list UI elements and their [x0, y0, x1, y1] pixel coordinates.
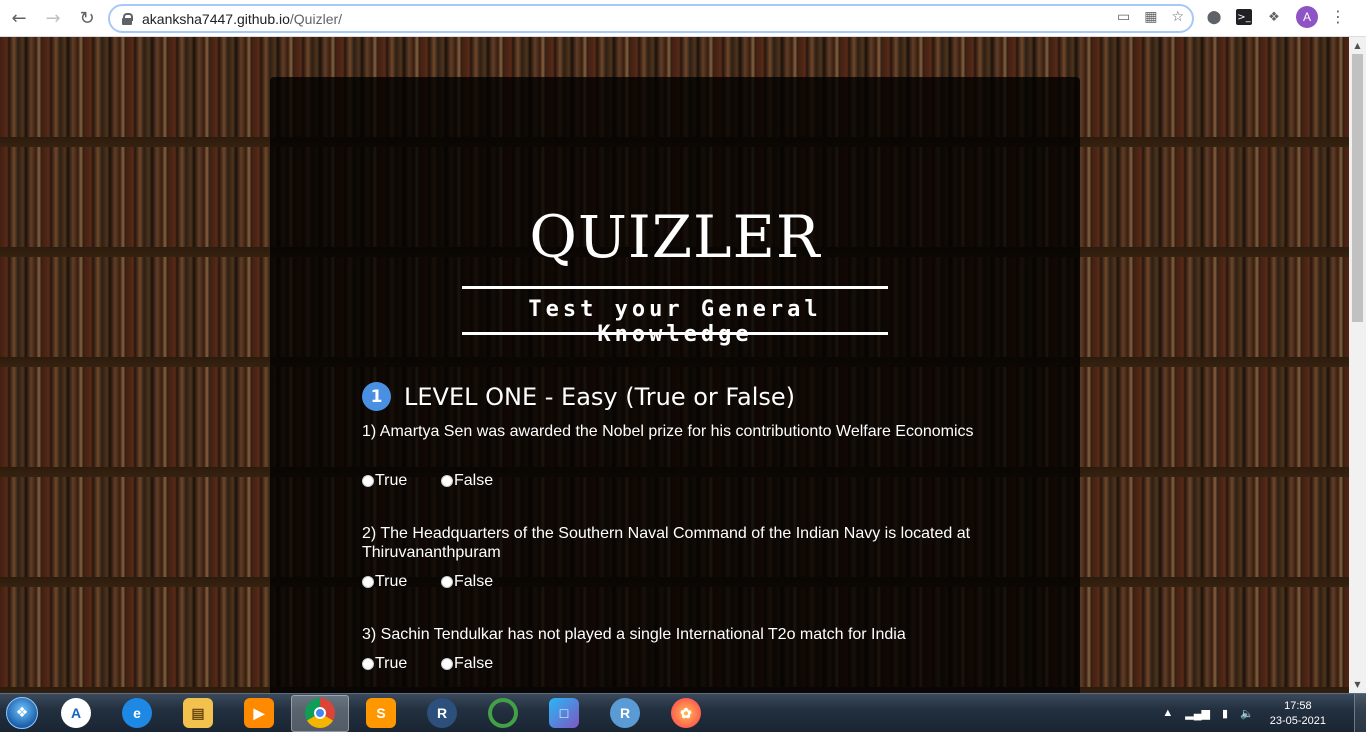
browser-toolbar: ← → ↻ akanksha7447.github.io/Quizler/ ▭ … — [0, 0, 1366, 37]
profile-avatar[interactable]: A — [1296, 6, 1318, 28]
cycle-app-icon — [488, 698, 518, 728]
firefox-icon: ✿ — [671, 698, 701, 728]
network-signal-icon[interactable]: ▂▄▆ — [1185, 707, 1210, 720]
taskbar-autodesk[interactable]: A — [47, 695, 105, 732]
volume-icon[interactable]: 🔈 — [1240, 707, 1254, 720]
q1-false-option[interactable]: False — [441, 472, 520, 490]
system-tray: ▲ ▂▄▆ ▮ 🔈 17:58 23-05-2021 — [1162, 694, 1366, 732]
start-button[interactable]: ❖ — [0, 694, 44, 732]
taskbar-rstudio[interactable]: R — [413, 695, 471, 732]
radio-icon[interactable] — [441, 658, 453, 670]
address-bar[interactable]: akanksha7447.github.io/Quizler/ ▭ ▦ ☆ — [108, 4, 1194, 33]
windows-taskbar: ❖ A e ▤ ▶ S R □ R ✿ ▲ ▂▄▆ ▮ 🔈 17:58 23-0… — [0, 693, 1366, 732]
url-text[interactable]: akanksha7447.github.io/Quizler/ — [142, 11, 342, 27]
puzzle-icon[interactable]: ❖ — [1264, 7, 1284, 27]
sublime-text-icon: S — [366, 698, 396, 728]
folder-icon: ▤ — [183, 698, 213, 728]
extension-circle-icon[interactable]: ⬤ — [1204, 7, 1224, 27]
taskbar-r[interactable]: R — [596, 695, 654, 732]
scroll-thumb[interactable] — [1352, 54, 1363, 322]
show-desktop-button[interactable] — [1354, 694, 1366, 732]
q1-true-option[interactable]: True — [362, 472, 441, 490]
page-viewport: QUIZLER Test your General Knowledge 1 LE… — [0, 37, 1349, 693]
chrome-center — [314, 707, 326, 719]
media-player-icon: ▶ — [244, 698, 274, 728]
qr-icon[interactable]: ▦ — [1144, 9, 1157, 25]
taskbar-chrome[interactable] — [291, 694, 349, 732]
virtualbox-icon: □ — [549, 698, 579, 728]
q2-false-option[interactable]: False — [441, 573, 520, 591]
forward-icon[interactable]: → — [38, 3, 68, 33]
taskbar-sublime[interactable]: S — [352, 695, 410, 732]
taskbar-firefox[interactable]: ✿ — [657, 695, 715, 732]
taskbar-clock[interactable]: 17:58 23-05-2021 — [1270, 699, 1326, 729]
r-app-icon: R — [610, 698, 640, 728]
question-2-options: True False — [362, 573, 520, 591]
autodesk-icon: A — [61, 698, 91, 728]
level-number-badge: 1 — [362, 382, 391, 411]
scroll-down-icon[interactable]: ▼ — [1349, 676, 1366, 693]
question-3-options: True False — [362, 655, 520, 673]
terminal-icon[interactable]: >_ — [1236, 9, 1252, 25]
page-scrollbar[interactable]: ▲ ▼ — [1349, 37, 1366, 693]
clock-time: 17:58 — [1284, 699, 1312, 712]
windows-logo-icon: ❖ — [6, 697, 38, 729]
radio-icon[interactable] — [441, 576, 453, 588]
star-icon[interactable]: ☆ — [1171, 9, 1184, 25]
tagline-bottom-rule — [462, 332, 888, 335]
tray-overflow-icon[interactable]: ▲ — [1162, 707, 1173, 720]
scroll-up-icon[interactable]: ▲ — [1349, 37, 1366, 54]
r-studio-icon: R — [427, 698, 457, 728]
lock-icon[interactable] — [122, 12, 133, 25]
back-icon[interactable]: ← — [4, 3, 34, 33]
question-3: 3) Sachin Tendulkar has not played a sin… — [362, 626, 906, 643]
radio-icon[interactable] — [362, 658, 374, 670]
level-heading: 1 LEVEL ONE - Easy (True or False) — [362, 382, 795, 411]
taskbar-ie[interactable]: e — [108, 695, 166, 732]
radio-icon[interactable] — [362, 475, 374, 487]
reload-icon[interactable]: ↻ — [72, 3, 102, 33]
quiz-panel: QUIZLER Test your General Knowledge 1 LE… — [270, 77, 1080, 693]
taskbar-explorer[interactable]: ▤ — [169, 695, 227, 732]
internet-explorer-icon: e — [122, 698, 152, 728]
question-1-options: True False — [362, 472, 520, 490]
radio-icon[interactable] — [441, 475, 453, 487]
quizler-logo: QUIZLER — [529, 203, 821, 271]
menu-icon[interactable]: ⋮ — [1330, 9, 1346, 25]
level-title: LEVEL ONE - Easy (True or False) — [404, 382, 796, 411]
q3-true-option[interactable]: True — [362, 655, 441, 673]
taskbar-virtualbox[interactable]: □ — [535, 695, 593, 732]
question-1: 1) Amartya Sen was awarded the Nobel pri… — [362, 423, 974, 440]
q2-true-option[interactable]: True — [362, 573, 441, 591]
clock-date: 23-05-2021 — [1269, 714, 1326, 727]
taskbar-media-player[interactable]: ▶ — [230, 695, 288, 732]
q3-false-option[interactable]: False — [441, 655, 520, 673]
battery-icon[interactable]: ▮ — [1222, 707, 1228, 720]
chrome-icon — [305, 698, 335, 728]
taskbar-cycle-app[interactable] — [474, 695, 532, 732]
tagline: Test your General Knowledge — [528, 297, 822, 347]
tagline-top-rule — [462, 286, 888, 289]
cast-icon[interactable]: ▭ — [1117, 9, 1130, 25]
question-2: 2) The Headquarters of the Southern Nava… — [362, 525, 971, 561]
radio-icon[interactable] — [362, 576, 374, 588]
